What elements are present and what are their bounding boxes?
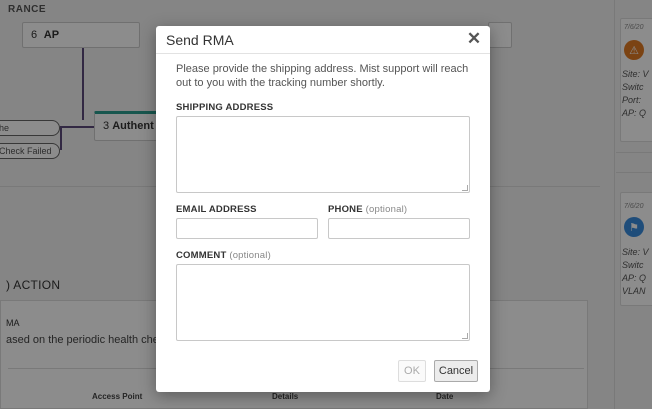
cancel-button[interactable]: Cancel — [434, 360, 478, 382]
dialog-intro-text: Please provide the shipping address. Mis… — [176, 63, 469, 89]
email-address-label: EMAIL ADDRESS — [176, 204, 257, 215]
ok-button[interactable]: OK — [398, 360, 426, 382]
email-field[interactable] — [176, 218, 318, 239]
comment-label: COMMENT (optional) — [176, 250, 271, 261]
resize-handle-icon[interactable] — [462, 333, 468, 339]
phone-field[interactable] — [328, 218, 470, 239]
resize-handle-icon[interactable] — [462, 185, 468, 191]
close-icon[interactable]: ✕ — [466, 30, 482, 48]
send-rma-dialog: Send RMA ✕ Please provide the shipping a… — [156, 26, 490, 392]
dialog-header: Send RMA ✕ — [156, 26, 490, 54]
phone-label-text: PHONE — [328, 204, 363, 215]
comment-label-text: COMMENT — [176, 250, 227, 261]
shipping-address-label: SHIPPING ADDRESS — [176, 102, 274, 113]
phone-optional-hint: (optional) — [365, 204, 408, 215]
dialog-title: Send RMA — [166, 32, 234, 48]
shipping-address-field[interactable] — [176, 116, 470, 193]
phone-label: PHONE (optional) — [328, 204, 407, 215]
comment-field[interactable] — [176, 264, 470, 341]
comment-optional-hint: (optional) — [229, 250, 271, 261]
